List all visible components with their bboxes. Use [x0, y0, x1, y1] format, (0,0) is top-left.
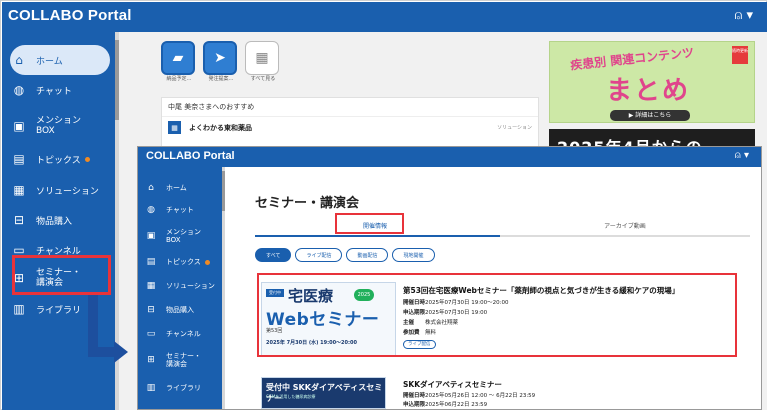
topics-icon: ▤ [146, 257, 156, 267]
promo-banner[interactable]: 疾患別 関連コンテンツ まとめ ▶ 詳細はこちら 随時更新 [549, 41, 755, 123]
highlight-seminar-card [257, 273, 737, 357]
user-menu-icon[interactable]: ⍝ ▾ [735, 150, 749, 161]
chat-icon: ◍ [13, 83, 25, 97]
recommendation-label: よくわかる東和薬品 [189, 123, 252, 132]
recommendation-category: ソリューション [497, 125, 532, 131]
sidebar-item-home[interactable]: ⌂ ホーム [144, 177, 220, 199]
mention-icon: ▣ [13, 119, 25, 133]
tile-label: すべて見る [250, 76, 276, 82]
tile-see-all[interactable]: ▦ すべて見る [245, 41, 281, 82]
solution-icon: ▦ [13, 183, 25, 197]
sidebar-item-mention[interactable]: ▣ メンション BOX [10, 108, 110, 144]
sidebar-item-label: メンション BOX [36, 116, 82, 136]
library-icon: ▥ [13, 302, 25, 316]
home-icon: ⌂ [15, 53, 23, 67]
truck-icon: ▰ [161, 41, 195, 75]
recommendations-panel: 中尾 美奈さまへのおすすめ ▦ よくわかる東和薬品 ソリューション [161, 97, 539, 149]
sidebar-item-purchase[interactable]: ⊟ 物品購入 [144, 299, 220, 321]
mention-icon: ▣ [146, 231, 156, 241]
app-title: COLLABO Portal [146, 150, 235, 162]
active-tab-indicator [255, 235, 500, 237]
sidebar-item-label: ソリューション [166, 282, 215, 290]
sidebar-item-label: トピックス [166, 258, 201, 266]
top-bar: COLLABO Portal ⍝ ▾ [138, 147, 761, 167]
seminar-icon: ⊞ [147, 355, 155, 365]
banner-title: まとめ [606, 76, 691, 106]
sidebar-item-library[interactable]: ▥ ライブラリ [144, 377, 220, 399]
cart-icon: ⊟ [13, 213, 25, 227]
sidebar-item-purchase[interactable]: ⊟ 物品購入 [10, 205, 110, 235]
sidebar-item-topics[interactable]: ▤ トピックス [10, 144, 110, 174]
tile-delivery[interactable]: ▰ 納品予定… [161, 41, 197, 82]
highlight-schedule-tab [335, 213, 404, 234]
seminar-page-screenshot: COLLABO Portal ⍝ ▾ ⌂ ホーム ◍ チャット ▣ メンション BOX… [138, 147, 761, 409]
topics-icon: ▤ [13, 152, 25, 166]
banner-heading: 疾患別 関連コンテンツ [569, 45, 695, 73]
tile-label: 納品予定… [166, 76, 192, 82]
home-icon: ⌂ [148, 183, 154, 193]
banner-badge: 随時更新 [732, 46, 748, 64]
meta-row: 開催日時2025年05月26日 12:00 〜 6月22日 23:59 [403, 393, 536, 399]
filter-live[interactable]: ライブ配信 [295, 248, 343, 262]
top-bar: COLLABO Portal ⍝ ▾ [2, 2, 767, 32]
user-menu-icon[interactable]: ⍝ ▾ [735, 8, 753, 23]
screenshot-frame: COLLABO Portal ⍝ ▾ ⌂ ホーム ◍ チャット ▣ メンション BOX… [0, 0, 767, 410]
tab-archive[interactable]: アーカイブ動画 [505, 221, 745, 230]
filter-chips: すべて ライブ配信 動画配信 現地開催 [255, 248, 435, 262]
meta-row: 申込期限2025年06月22日 23:59 [403, 402, 488, 408]
sidebar-item-seminar[interactable]: ⊞ セミナー・ 講演会 [144, 347, 220, 373]
sidebar-item-label: ホーム [166, 184, 187, 192]
arrow-shaft [88, 295, 98, 355]
sidebar-item-chat[interactable]: ◍ チャット [10, 75, 110, 105]
unread-dot [84, 156, 90, 162]
sidebar-item-label: メンション BOX [166, 228, 201, 244]
sidebar-item-label: チャット [166, 206, 194, 214]
app-shortcuts: ▰ 納品予定… ➤ 発注提案… ▦ すべて見る [161, 41, 281, 82]
solution-icon: ▦ [146, 281, 156, 291]
library-icon: ▥ [146, 383, 156, 393]
tile-order[interactable]: ➤ 発注提案… [203, 41, 239, 82]
sidebar-item-chat[interactable]: ◍ チャット [144, 199, 220, 221]
channel-icon: ▭ [146, 329, 156, 339]
sidebar-item-topics[interactable]: ▤ トピックス [144, 251, 220, 273]
app-title: COLLABO Portal [8, 7, 132, 24]
sidebar-item-channel[interactable]: ▭ チャンネル [144, 323, 220, 345]
sidebar-item-label: ホーム [36, 56, 63, 67]
filter-all[interactable]: すべて [255, 248, 292, 262]
grid-icon: ▦ [245, 41, 279, 75]
sidebar-item-label: ライブラリ [36, 305, 82, 316]
filter-video[interactable]: 動画配信 [346, 248, 389, 262]
tile-label: 発注提案… [208, 76, 234, 82]
sidebar-item-label: 物品購入 [36, 216, 73, 227]
sidebar-item-label: チャット [36, 86, 72, 97]
sidebar: ⌂ ホーム ◍ チャット ▣ メンション BOX ▤ トピックス ▦ ソリューション ⊟ 物… [138, 167, 225, 409]
tab-bar: 開催情報 アーカイブ動画 [255, 219, 750, 237]
banner-detail-button[interactable]: ▶ 詳細はこちら [610, 110, 690, 121]
send-icon: ➤ [203, 41, 237, 75]
unread-dot [204, 259, 210, 265]
highlight-seminar-menu [12, 255, 111, 295]
solution-icon: ▦ [168, 121, 181, 134]
page-title: セミナー・講演会 [255, 196, 360, 211]
seminar-title[interactable]: SKKダイアベティスセミナー [403, 379, 502, 390]
recommendations-title: 中尾 美奈さまへのおすすめ [162, 98, 538, 117]
recommendation-item[interactable]: ▦ よくわかる東和薬品 ソリューション [162, 117, 538, 138]
sidebar-item-solution[interactable]: ▦ ソリューション [144, 275, 220, 297]
scrollbar-thumb[interactable] [222, 171, 225, 211]
sidebar-item-label: チャンネル [166, 330, 201, 338]
sidebar-item-label: ソリューション [36, 186, 99, 197]
filter-onsite[interactable]: 現地開催 [392, 248, 435, 262]
seminar-card[interactable]: SKKダイアベティスセミナー 開催日時2025年05月26日 12:00 〜 6… [255, 377, 740, 409]
arrow-head-icon [114, 341, 128, 363]
sidebar-item-home[interactable]: ⌂ ホーム [10, 45, 110, 75]
sidebar-item-solution[interactable]: ▦ ソリューション [10, 175, 110, 205]
sidebar-item-mention[interactable]: ▣ メンション BOX [144, 223, 220, 249]
sidebar-item-label: ライブラリ [166, 384, 201, 392]
sidebar-item-label: トピックス [36, 155, 81, 166]
sidebar-scrollbar[interactable] [222, 167, 225, 409]
cart-icon: ⊟ [147, 305, 155, 315]
sidebar-item-label: セミナー・ 講演会 [166, 352, 201, 368]
chat-icon: ◍ [147, 205, 155, 215]
sidebar-item-label: 物品購入 [166, 306, 194, 314]
